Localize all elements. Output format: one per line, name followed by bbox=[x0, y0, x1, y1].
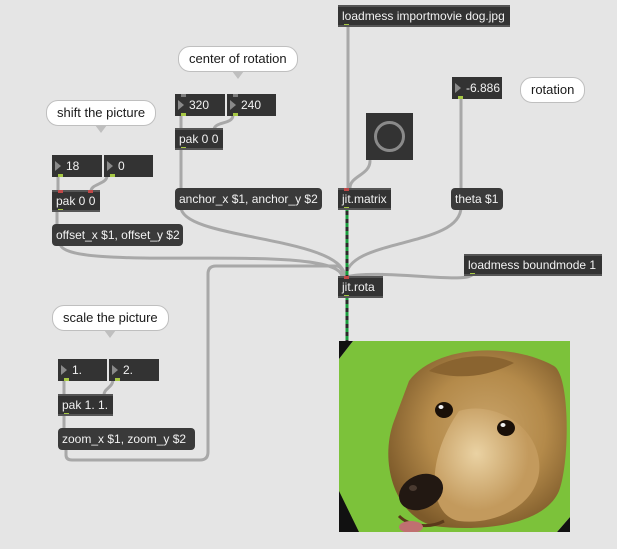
object-label: jit.rota bbox=[342, 280, 375, 294]
comment-shift-the-picture: shift the picture bbox=[46, 100, 157, 133]
number-triangle-icon bbox=[55, 161, 61, 171]
comment-scale-the-picture: scale the picture bbox=[52, 305, 169, 338]
loadmess-boundmode-object[interactable]: loadmess boundmode 1 bbox=[464, 254, 602, 276]
cord-0-to-pak bbox=[89, 174, 109, 193]
loadmess-importmovie-object[interactable]: loadmess importmovie dog.jpg bbox=[338, 5, 510, 27]
number-triangle-icon bbox=[112, 365, 118, 375]
number-triangle-icon bbox=[455, 83, 461, 93]
object-label: pak 1. 1. bbox=[62, 398, 109, 412]
theta-message-box[interactable]: theta $1 bbox=[451, 188, 503, 210]
number-box-anchor-y[interactable]: 240 bbox=[227, 94, 276, 116]
jit-pwindow-video-display[interactable] bbox=[339, 341, 570, 532]
number-value: 1. bbox=[72, 363, 83, 377]
number-value: 2. bbox=[123, 363, 134, 377]
comment-rotation: rotation bbox=[520, 77, 586, 103]
jit-matrix-object[interactable]: jit.matrix bbox=[338, 188, 391, 210]
loadmess-importmovie-label: loadmess importmovie dog.jpg bbox=[342, 9, 505, 23]
number-value: 18 bbox=[66, 159, 80, 173]
cord-toggle-to-matrix bbox=[348, 159, 372, 190]
message-text: offset_x $1, offset_y $2 bbox=[56, 228, 180, 242]
number-value: 240 bbox=[241, 98, 262, 112]
toggle-circle-icon bbox=[374, 121, 405, 152]
number-triangle-icon bbox=[178, 100, 184, 110]
pak-anchor-object[interactable]: pak 0 0 bbox=[175, 128, 223, 150]
pak-offset-object[interactable]: pak 0 0 bbox=[52, 190, 100, 212]
pak-zoom-object[interactable]: pak 1. 1. bbox=[58, 394, 113, 416]
object-label: jit.matrix bbox=[342, 192, 387, 206]
outlet[interactable] bbox=[344, 24, 349, 27]
jit-rota-object[interactable]: jit.rota bbox=[338, 276, 383, 298]
comment-center-of-rotation: center of rotation bbox=[178, 46, 298, 79]
number-box-anchor-x[interactable]: 320 bbox=[175, 94, 225, 116]
object-label: pak 0 0 bbox=[179, 132, 219, 146]
number-triangle-icon bbox=[230, 100, 236, 110]
rotated-dog-image bbox=[339, 341, 570, 532]
number-triangle-icon bbox=[107, 161, 113, 171]
number-value: -6.886 bbox=[466, 81, 501, 95]
number-triangle-icon bbox=[61, 365, 67, 375]
patcher-canvas[interactable]: loadmess importmovie dog.jpg center of r… bbox=[0, 0, 617, 549]
offset-message-box[interactable]: offset_x $1, offset_y $2 bbox=[52, 224, 183, 246]
number-box-offset-y[interactable]: 0 bbox=[104, 155, 153, 177]
number-box-offset-x[interactable]: 18 bbox=[52, 155, 102, 177]
object-label: loadmess boundmode 1 bbox=[468, 258, 597, 272]
cord-theta-to-rota bbox=[344, 205, 463, 279]
zoom-message-box[interactable]: zoom_x $1, zoom_y $2 bbox=[58, 428, 195, 450]
number-box-zoom-y[interactable]: 2. bbox=[109, 359, 159, 381]
message-text: anchor_x $1, anchor_y $2 bbox=[179, 192, 318, 206]
anchor-message-box[interactable]: anchor_x $1, anchor_y $2 bbox=[175, 188, 322, 210]
object-label: pak 0 0 bbox=[56, 194, 96, 208]
message-text: theta $1 bbox=[455, 192, 499, 206]
number-value: 0 bbox=[118, 159, 125, 173]
message-text: zoom_x $1, zoom_y $2 bbox=[62, 432, 187, 446]
number-box-theta[interactable]: -6.886 bbox=[452, 77, 502, 99]
cord-scaley-to-pak bbox=[102, 377, 115, 397]
number-box-zoom-x[interactable]: 1. bbox=[58, 359, 107, 381]
toggle[interactable] bbox=[366, 113, 413, 160]
number-value: 320 bbox=[189, 98, 210, 112]
